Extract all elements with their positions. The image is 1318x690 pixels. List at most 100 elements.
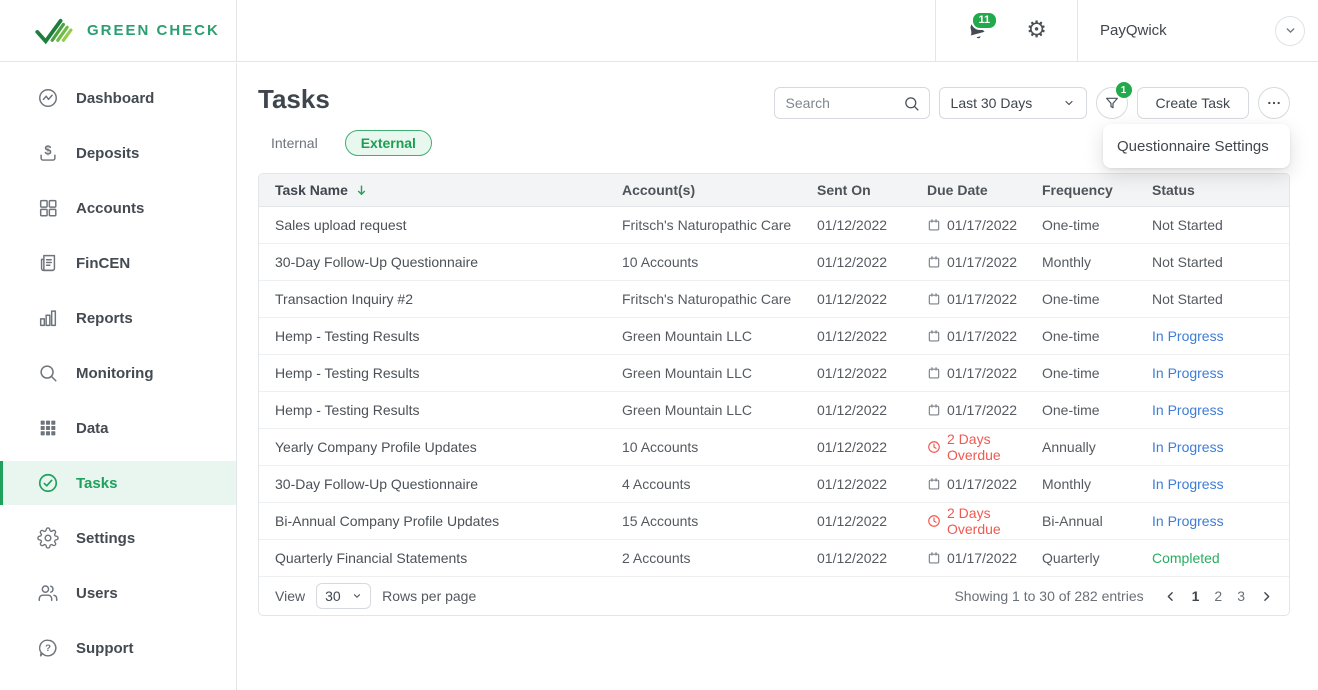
settings-gear-icon[interactable]: ⚙ [1026, 19, 1047, 42]
cell-status: In Progress [1152, 365, 1289, 381]
help-bubble-icon: ? [37, 637, 59, 659]
account-chevron-button[interactable] [1275, 16, 1305, 46]
page-number-2[interactable]: 2 [1214, 588, 1222, 604]
cell-due-date: 01/17/2022 [927, 217, 1042, 233]
prev-page-icon[interactable] [1164, 590, 1177, 603]
due-date-text: 2 Days Overdue [947, 431, 1042, 463]
sidebar-item-label: Tasks [76, 475, 117, 492]
table-row[interactable]: 30-Day Follow-Up Questionnaire 4 Account… [259, 466, 1289, 503]
cell-task-name: 30-Day Follow-Up Questionnaire [275, 254, 622, 270]
cell-frequency: Monthly [1042, 254, 1152, 270]
calendar-icon [927, 477, 941, 491]
column-header-accounts[interactable]: Account(s) [622, 182, 817, 198]
sort-desc-icon [355, 184, 368, 197]
cell-frequency: Bi-Annual [1042, 513, 1152, 529]
toolbar: Last 30 Days 1 Create Task [774, 87, 1290, 119]
date-range-select[interactable]: Last 30 Days [939, 87, 1087, 119]
main-content: Tasks Last 30 Days 1 Create Task [238, 63, 1318, 690]
showing-entries-text: Showing 1 to 30 of 282 entries [954, 588, 1143, 604]
cell-sent-on: 01/12/2022 [817, 513, 927, 529]
magnifier-icon [37, 362, 59, 384]
create-task-button[interactable]: Create Task [1137, 87, 1249, 119]
sidebar-item-users[interactable]: Users [0, 571, 236, 615]
sidebar-item-accounts[interactable]: Accounts [0, 186, 236, 230]
sidebar-item-deposits[interactable]: $ Deposits [0, 131, 236, 175]
sidebar-item-label: Dashboard [76, 90, 154, 107]
sidebar-item-dashboard[interactable]: Dashboard [0, 76, 236, 120]
account-switcher[interactable]: PayQwick [1077, 0, 1318, 61]
cell-task-name: 30-Day Follow-Up Questionnaire [275, 476, 622, 492]
pagination: Showing 1 to 30 of 282 entries 1 2 3 [954, 588, 1273, 604]
cell-due-date: 01/17/2022 [927, 254, 1042, 270]
cell-frequency: One-time [1042, 217, 1152, 233]
due-date-text: 01/17/2022 [947, 365, 1017, 381]
column-header-task-name[interactable]: Task Name [275, 182, 622, 198]
table-row[interactable]: Sales upload request Fritsch's Naturopat… [259, 207, 1289, 244]
gauge-icon [37, 87, 59, 109]
sidebar-item-label: Support [76, 640, 134, 657]
next-page-icon[interactable] [1260, 590, 1273, 603]
cell-task-name: Bi-Annual Company Profile Updates [275, 513, 622, 529]
cell-sent-on: 01/12/2022 [817, 402, 927, 418]
column-header-frequency[interactable]: Frequency [1042, 182, 1152, 198]
sidebar-item-support[interactable]: ? Support [0, 626, 236, 670]
sidebar-item-label: Reports [76, 310, 133, 327]
sidebar-item-tasks[interactable]: Tasks [0, 461, 236, 505]
gear-icon [37, 527, 59, 549]
cell-status: In Progress [1152, 402, 1289, 418]
rows-per-page-value: 30 [325, 588, 341, 604]
table-row[interactable]: Hemp - Testing Results Green Mountain LL… [259, 318, 1289, 355]
due-date-text: 01/17/2022 [947, 328, 1017, 344]
sidebar-item-monitoring[interactable]: Monitoring [0, 351, 236, 395]
column-header-sent-on[interactable]: Sent On [817, 182, 927, 198]
table-row[interactable]: Quarterly Financial Statements 2 Account… [259, 540, 1289, 577]
tab-internal[interactable]: Internal [271, 135, 318, 151]
cell-status: In Progress [1152, 476, 1289, 492]
cell-status: Not Started [1152, 291, 1289, 307]
table-row[interactable]: Bi-Annual Company Profile Updates 15 Acc… [259, 503, 1289, 540]
table-footer: View 30 Rows per page Showing 1 to 30 of… [259, 577, 1289, 615]
filter-button[interactable]: 1 [1096, 87, 1128, 119]
check-circle-icon [37, 472, 59, 494]
cell-frequency: Annually [1042, 439, 1152, 455]
calendar-icon [927, 292, 941, 306]
cell-accounts: 15 Accounts [622, 513, 817, 529]
calendar-icon [927, 366, 941, 380]
sidebar-item-settings[interactable]: Settings [0, 516, 236, 560]
sidebar-item-reports[interactable]: Reports [0, 296, 236, 340]
cell-status: Not Started [1152, 254, 1289, 270]
table-row[interactable]: Hemp - Testing Results Green Mountain LL… [259, 355, 1289, 392]
due-date-text: 01/17/2022 [947, 254, 1017, 270]
page-number-1[interactable]: 1 [1192, 588, 1200, 604]
brand-logo[interactable]: GREEN CHECK [0, 0, 237, 61]
page-title: Tasks [258, 84, 330, 115]
notifications-bell-icon[interactable]: 11 [966, 20, 988, 42]
deposit-icon: $ [37, 142, 59, 164]
table-row[interactable]: 30-Day Follow-Up Questionnaire 10 Accoun… [259, 244, 1289, 281]
cell-frequency: One-time [1042, 402, 1152, 418]
due-date-text: 01/17/2022 [947, 476, 1017, 492]
column-header-status[interactable]: Status [1152, 182, 1289, 198]
cell-status: Completed [1152, 550, 1289, 566]
cell-due-date: 2 Days Overdue [927, 431, 1042, 463]
cell-frequency: Quarterly [1042, 550, 1152, 566]
table-row[interactable]: Transaction Inquiry #2 Fritsch's Naturop… [259, 281, 1289, 318]
table-body: Sales upload request Fritsch's Naturopat… [259, 207, 1289, 577]
sidebar-item-data[interactable]: Data [0, 406, 236, 450]
calendar-icon [927, 329, 941, 343]
sidebar-item-fincen[interactable]: FinCEN [0, 241, 236, 285]
table-row[interactable]: Hemp - Testing Results Green Mountain LL… [259, 392, 1289, 429]
topbar-icon-zone: 11 ⚙ [935, 0, 1077, 61]
page-number-3[interactable]: 3 [1237, 588, 1245, 604]
column-header-due-date[interactable]: Due Date [927, 182, 1042, 198]
due-date-text: 01/17/2022 [947, 291, 1017, 307]
rows-per-page-select[interactable]: 30 [316, 583, 371, 609]
topbar-spacer [237, 0, 935, 61]
table-row[interactable]: Yearly Company Profile Updates 10 Accoun… [259, 429, 1289, 466]
calendar-icon [927, 255, 941, 269]
tab-external[interactable]: External [345, 130, 432, 156]
users-icon [37, 582, 59, 604]
more-options-button[interactable] [1258, 87, 1290, 119]
menu-item-questionnaire-settings[interactable]: Questionnaire Settings [1117, 138, 1269, 155]
search-input[interactable] [786, 95, 897, 111]
